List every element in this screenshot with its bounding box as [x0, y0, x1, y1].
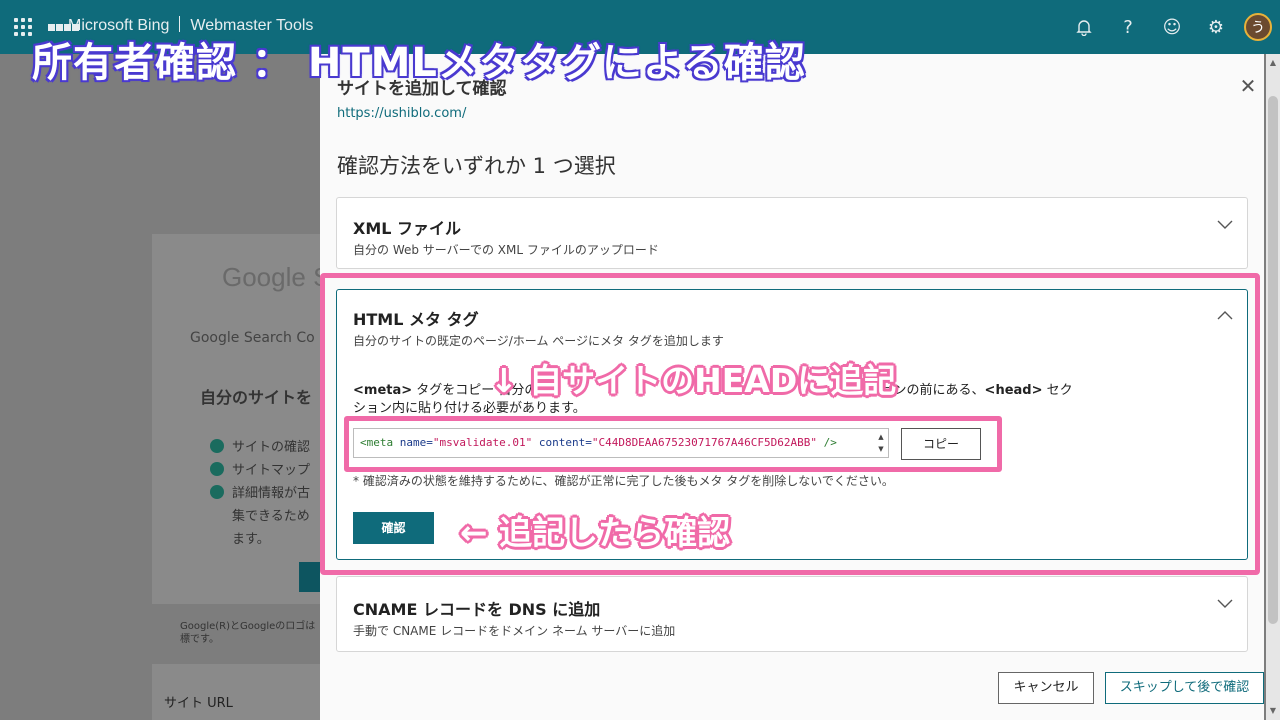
- cname-option-desc: 手動で CNAME レコードをドメイン ネーム サーバーに追加: [353, 624, 676, 638]
- chevron-down-icon[interactable]: [1217, 595, 1233, 611]
- background-button[interactable]: [299, 562, 320, 592]
- close-icon[interactable]: ✕: [1236, 74, 1260, 98]
- xml-option-title: XML ファイル: [353, 219, 462, 238]
- scroll-down-icon[interactable]: ▼: [1266, 704, 1280, 718]
- cname-option-title: CNAME レコードを DNS に追加: [353, 600, 601, 619]
- skip-verify-later-button[interactable]: スキップして後で確認: [1105, 672, 1264, 704]
- help-icon[interactable]: ?: [1106, 0, 1150, 54]
- smiley-icon[interactable]: ☺: [1150, 0, 1194, 54]
- cancel-button[interactable]: キャンセル: [998, 672, 1094, 704]
- annotation-then-verify: ← 追記したら確認: [460, 513, 731, 552]
- top-icons: ? ☺ ⚙ う: [1062, 0, 1280, 54]
- check-icon: [210, 462, 224, 476]
- scrollbar-thumb[interactable]: [1268, 96, 1278, 624]
- list-item: サイトマップ: [210, 459, 310, 478]
- google-logo: Google S: [222, 262, 331, 292]
- avatar[interactable]: う: [1244, 13, 1272, 41]
- list-item: ます。: [232, 532, 270, 547]
- highlight-frame-code: [344, 416, 1002, 472]
- dialog-subtitle: 確認方法をいずれか 1 つ選択: [337, 154, 616, 178]
- bell-icon[interactable]: [1062, 0, 1106, 54]
- list-item: 集できるため: [232, 509, 310, 524]
- background-footer: Google(R)とGoogleのロゴは 標です。: [180, 621, 316, 645]
- chevron-down-icon[interactable]: [1217, 216, 1233, 232]
- annotation-add-to-head: ↓ 自サイトのHEADに追記: [490, 361, 897, 400]
- gsc-text: Google Search Co: [190, 330, 315, 346]
- background-heading: 自分のサイトを: [200, 388, 313, 407]
- list-item: 詳細情報が古: [210, 482, 310, 501]
- scroll-up-icon[interactable]: ▲: [1266, 56, 1280, 70]
- check-icon: [210, 485, 224, 499]
- annotation-title: 所有者確認 ： HTMLメタタグによる確認: [31, 39, 806, 87]
- list-item: サイトの確認: [210, 436, 310, 455]
- background-list: サイトの確認 サイトマップ 詳細情報が古 集できるため ます。: [210, 436, 310, 551]
- site-url-label: サイト URL: [164, 696, 233, 711]
- waffle-icon[interactable]: [14, 18, 32, 36]
- xml-option-desc: 自分の Web サーバーでの XML ファイルのアップロード: [353, 243, 659, 257]
- gear-icon[interactable]: ⚙: [1194, 0, 1238, 54]
- site-url: https://ushiblo.com/: [337, 106, 467, 121]
- cname-option[interactable]: CNAME レコードを DNS に追加 手動で CNAME レコードをドメイン …: [336, 576, 1248, 652]
- check-icon: [210, 439, 224, 453]
- xml-file-option[interactable]: XML ファイル 自分の Web サーバーでの XML ファイルのアップロード: [336, 197, 1248, 269]
